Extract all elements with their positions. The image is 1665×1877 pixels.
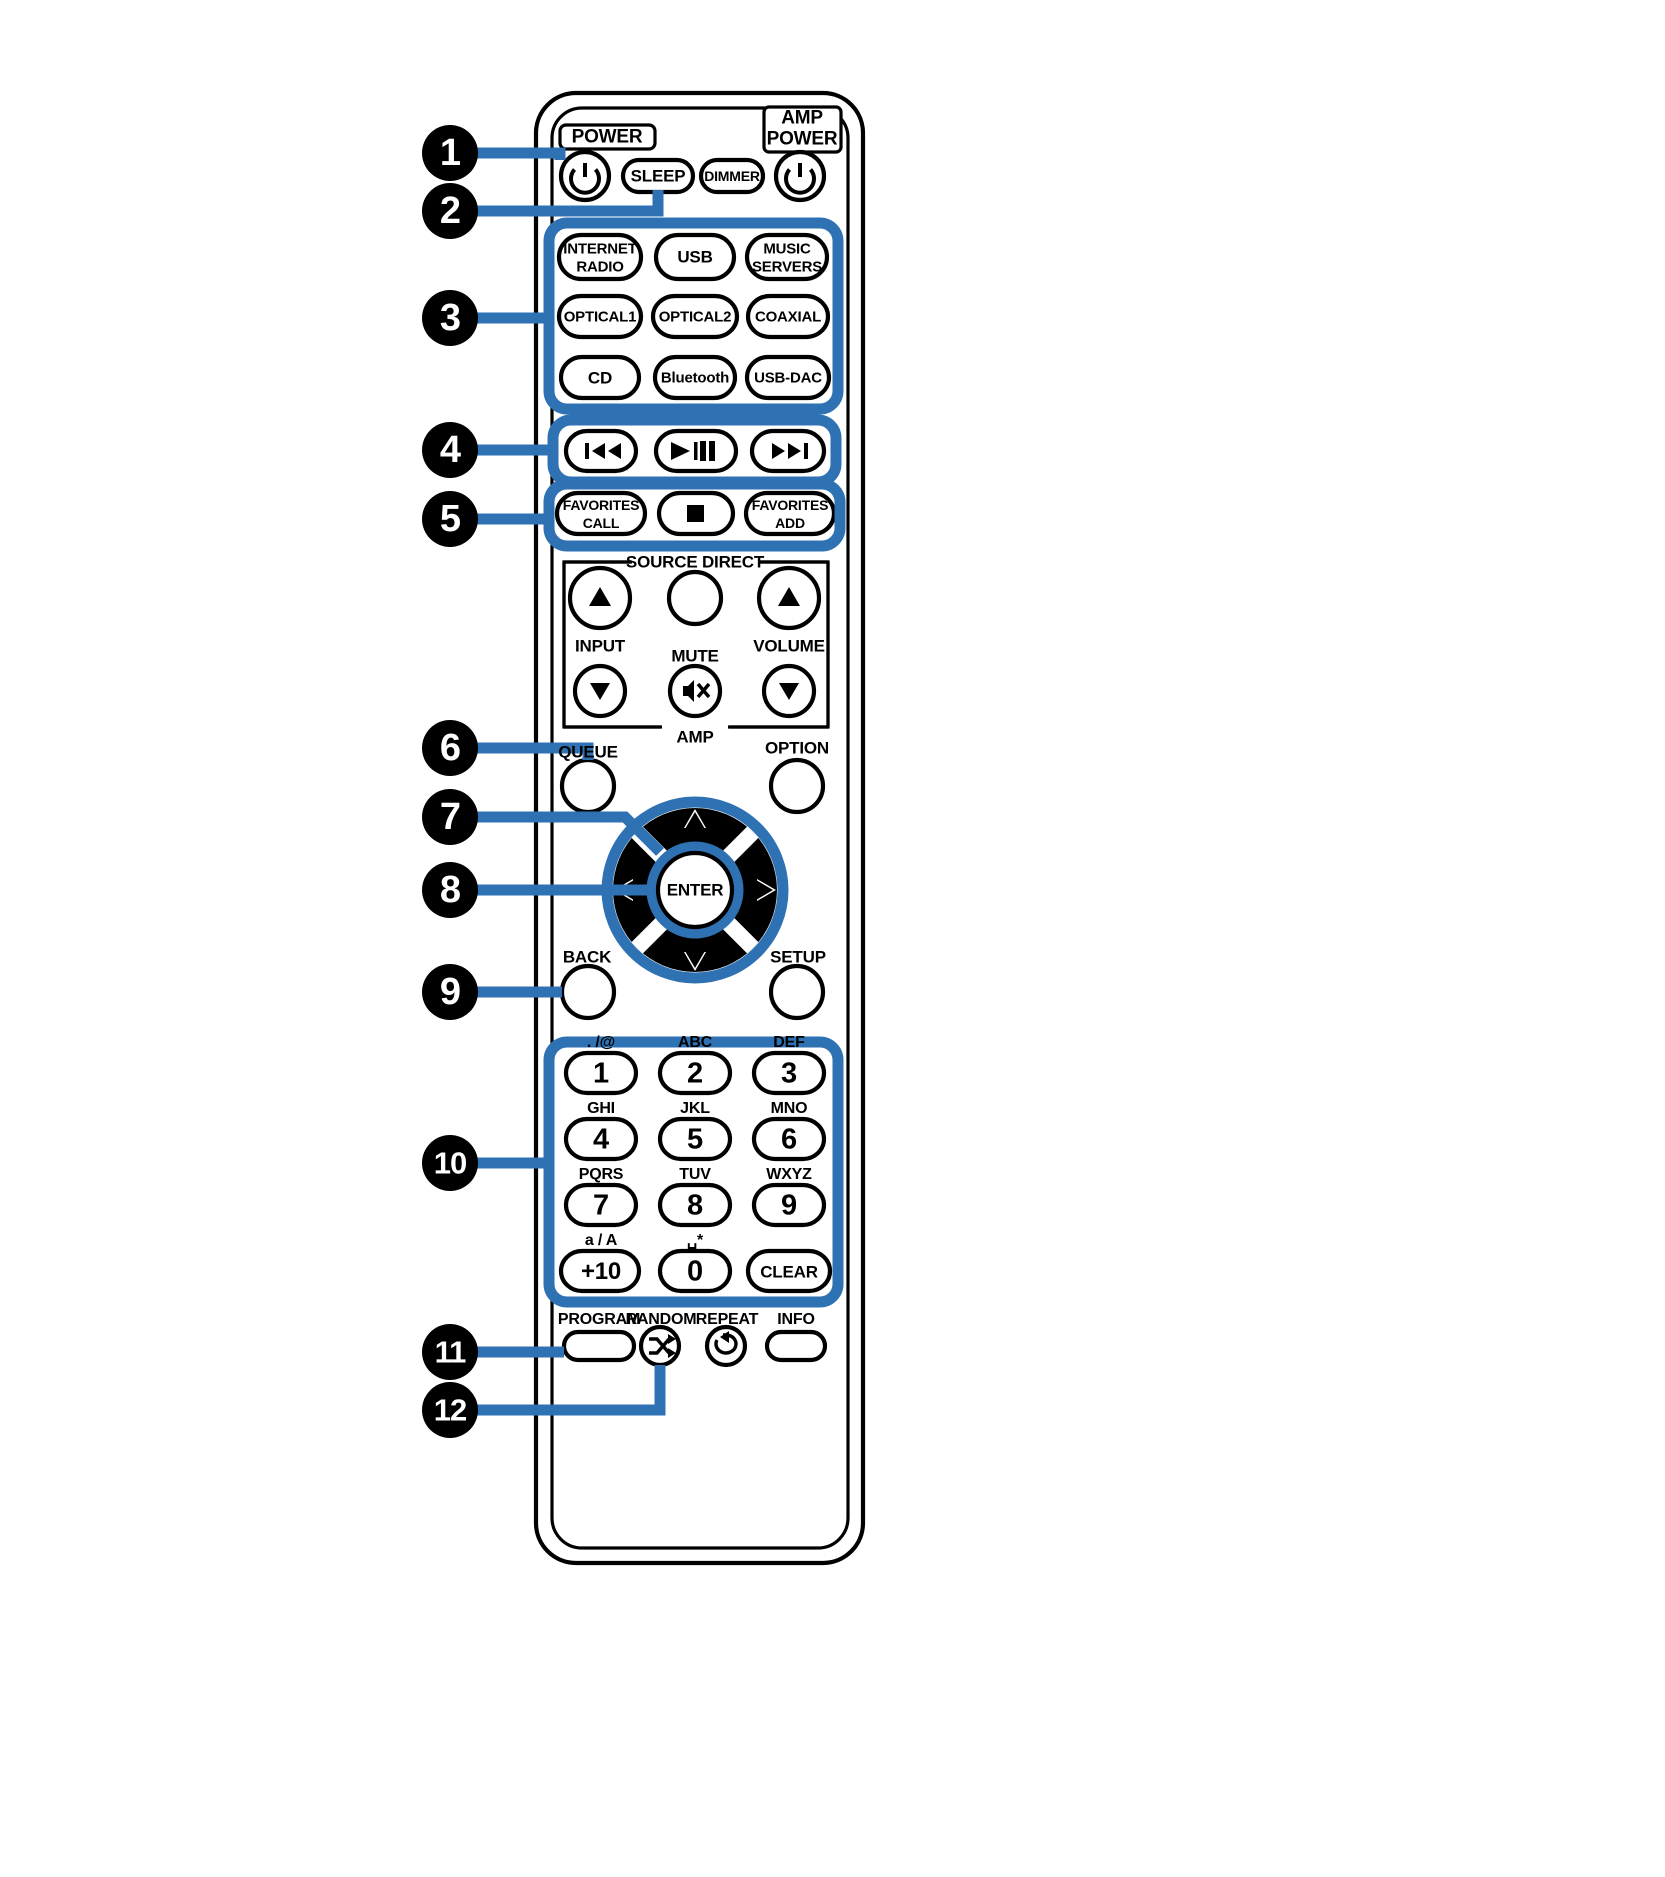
option-label: OPTION	[765, 738, 829, 758]
callout-number-11: 11	[434, 1334, 467, 1370]
keypad-num-plus10[interactable]: +10	[581, 1260, 621, 1284]
source-direct-button-shape	[666, 569, 724, 627]
back-label: BACK	[562, 947, 612, 967]
back-button-shape	[559, 963, 617, 1021]
input-cd-label[interactable]: CD	[588, 370, 612, 387]
input-music-servers-line1[interactable]: MUSIC	[763, 242, 811, 257]
keypad-alpha-9: WXYZ	[766, 1166, 812, 1183]
input-usb-dac-label[interactable]: USB-DAC	[754, 371, 822, 386]
program-button-shape	[561, 1329, 637, 1363]
amp-power-badge-line1: AMP	[781, 107, 823, 129]
keypad-num-5[interactable]: 5	[687, 1125, 703, 1155]
keypad-num-1[interactable]: 1	[593, 1059, 609, 1089]
keypad-num-3[interactable]: 3	[781, 1059, 797, 1089]
callout-number-1: 1	[439, 132, 461, 174]
favorites-call-line2[interactable]: CALL	[583, 516, 620, 530]
keypad-alpha-0: ␣*	[687, 1232, 703, 1249]
dimmer-button-label[interactable]: DIMMER	[704, 169, 760, 183]
repeat-label: REPEAT	[695, 1311, 759, 1328]
favorites-add-line1[interactable]: FAVORITES	[752, 498, 829, 512]
favorites-add-line2[interactable]: ADD	[775, 516, 805, 530]
volume-label: VOLUME	[753, 636, 825, 656]
keypad-num-6[interactable]: 6	[781, 1125, 797, 1155]
random-label: RANDOM	[625, 1311, 697, 1328]
input-coaxial-label[interactable]: COAXIAL	[755, 310, 821, 325]
keypad-alpha-plus10: a / A	[584, 1232, 618, 1249]
input-music-servers-line2[interactable]: SERVERS	[752, 260, 822, 275]
input-label: INPUT	[574, 636, 626, 656]
repeat-button-shape	[704, 1324, 748, 1368]
transport-buttons	[563, 428, 827, 474]
input-internet-radio-line1[interactable]: INTERNET	[563, 242, 637, 257]
keypad-alpha-8: TUV	[679, 1166, 711, 1183]
keypad-num-9[interactable]: 9	[781, 1191, 797, 1221]
sleep-button-label[interactable]: SLEEP	[631, 168, 686, 185]
remote-control-diagram: .ol { fill:#ffffff; stroke:#000000; stro…	[0, 0, 1665, 1877]
keypad-alpha-2: ABC	[677, 1034, 713, 1051]
keypad-alpha-5: JKL	[680, 1100, 710, 1117]
keypad-num-4[interactable]: 4	[593, 1125, 609, 1155]
callout-number-10: 10	[433, 1145, 467, 1181]
keypad-num-7[interactable]: 7	[593, 1191, 609, 1221]
keypad-alpha-6: MNO	[770, 1100, 808, 1117]
callout-number-4: 4	[439, 429, 461, 471]
keypad-alpha-7: PQRS	[578, 1166, 624, 1183]
info-label: INFO	[777, 1311, 815, 1328]
amp-power-badge-line2: POWER	[766, 128, 838, 150]
callout-number-9: 9	[439, 971, 461, 1013]
input-optical2-label[interactable]: OPTICAL2	[659, 310, 732, 325]
diagram-artwork: .ol { fill:#ffffff; stroke:#000000; stro…	[422, 90, 866, 1566]
info-button-shape	[764, 1329, 828, 1363]
callout-number-2: 2	[439, 190, 461, 232]
input-internet-radio-line2[interactable]: RADIO	[576, 260, 624, 275]
callout-number-3: 3	[439, 297, 461, 339]
setup-label: SETUP	[770, 947, 826, 967]
callout-number-7: 7	[439, 796, 461, 838]
callout-number-8: 8	[439, 869, 461, 911]
callout-number-6: 6	[439, 727, 461, 769]
keypad-alpha-4: GHI	[587, 1100, 615, 1117]
setup-button-shape	[768, 963, 826, 1021]
input-usb-label[interactable]: USB	[677, 249, 712, 266]
keypad-num-8[interactable]: 8	[687, 1191, 703, 1221]
keypad-num-0[interactable]: 0	[687, 1257, 703, 1287]
input-bluetooth-label[interactable]: Bluetooth	[661, 371, 729, 386]
queue-label: QUEUE	[558, 742, 618, 762]
mute-button-shape	[667, 663, 723, 719]
random-button-shape	[638, 1324, 682, 1368]
queue-button-shape	[559, 757, 617, 815]
keypad-clear-label[interactable]: CLEAR	[760, 1264, 818, 1281]
favorites-call-line1[interactable]: FAVORITES	[563, 498, 640, 512]
amp-section-title: AMP	[676, 727, 714, 747]
mute-label: MUTE	[671, 646, 719, 666]
callout-number-12: 12	[433, 1392, 467, 1428]
keypad-alpha-1: . /@	[586, 1034, 616, 1051]
stop-square-icon	[687, 505, 704, 522]
keypad-alpha-3: DEF	[773, 1034, 805, 1051]
callout-number-5: 5	[439, 498, 461, 540]
enter-label[interactable]: ENTER	[667, 882, 724, 899]
power-badge-label: POWER	[571, 126, 643, 148]
input-optical1-label[interactable]: OPTICAL1	[564, 310, 637, 325]
source-direct-label: SOURCE DIRECT	[625, 552, 765, 572]
keypad-num-2[interactable]: 2	[687, 1059, 703, 1089]
option-button-shape	[768, 757, 826, 815]
